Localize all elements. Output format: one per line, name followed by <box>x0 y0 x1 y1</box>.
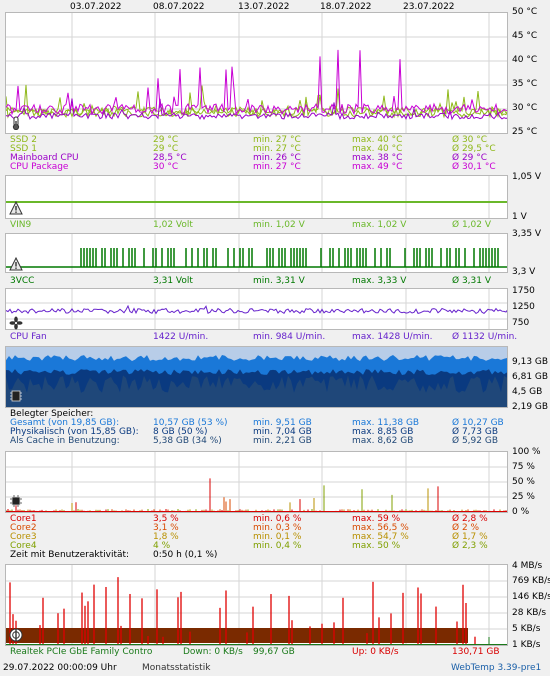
axis-label: 146 KB/s <box>512 592 550 602</box>
memory-chart <box>5 346 508 408</box>
sensor-min: min. 3,31 V <box>253 276 305 286</box>
fan-icon <box>9 316 23 330</box>
sensor-avg: Ø 1132 U/min. <box>452 332 518 342</box>
axis-label: 5 KB/s <box>512 624 541 634</box>
warning-icon <box>9 257 23 271</box>
network-down-total: 99,67 GB <box>253 647 295 657</box>
axis-label: 3,3 V <box>512 267 536 277</box>
network-chart <box>5 564 508 646</box>
temperature-chart <box>5 12 508 134</box>
axis-label: 769 KB/s <box>512 576 550 586</box>
axis-label: 28 KB/s <box>512 608 547 618</box>
network-adapter-name: Realtek PCIe GbE Family Contro <box>10 647 153 657</box>
sensor-row-cpu-fan: CPU Fan 1422 U/min. min. 984 U/min. max.… <box>10 333 550 342</box>
sensor-current: 1422 U/min. <box>153 332 209 342</box>
sensor-max: max. 1428 U/min. <box>352 332 433 342</box>
cpu-chip-icon <box>10 495 22 507</box>
network-row: Realtek PCIe GbE Family Contro Down: 0 K… <box>10 648 550 657</box>
sensor-min: min. 27 °C <box>253 162 301 172</box>
date-label: 18.07.2022 <box>320 2 372 12</box>
axis-label: 3,35 V <box>512 229 542 239</box>
axis-label: 1,05 V <box>512 172 542 182</box>
memory-row-cache: Als Cache in Benutzung: 5,38 GB (34 %) m… <box>10 437 550 446</box>
sensor-current: 30 °C <box>153 162 179 172</box>
axis-label: 4 MB/s <box>512 561 543 571</box>
axis-label: 50 °C <box>512 7 538 17</box>
axis-label: 45 °C <box>512 31 538 41</box>
fan-line <box>6 304 507 315</box>
axis-label: 100 % <box>512 447 541 457</box>
sensor-row-cpu-package: CPU Package 30 °C min. 27 °C max. 49 °C … <box>10 163 550 172</box>
memory-name: Als Cache in Benutzung: <box>10 436 120 446</box>
sensor-max: max. 3,33 V <box>352 276 407 286</box>
core-avg: Ø 2,3 % <box>452 541 488 551</box>
sensor-row-vin9: VIN9 1,02 Volt min. 1,02 V max. 1,02 V Ø… <box>10 221 550 230</box>
sensor-current: 1,02 Volt <box>153 220 193 230</box>
axis-label: 750 <box>512 318 530 328</box>
date-label: 03.07.2022 <box>70 2 122 12</box>
axis-label: 25 % <box>512 492 535 502</box>
sensor-avg: Ø 3,31 V <box>452 276 492 286</box>
date-label: 23.07.2022 <box>403 2 455 12</box>
core-max: max. 50 % <box>352 541 401 551</box>
user-activity-row: Zeit mit Benutzeraktivität: 0:50 h (0,1 … <box>10 551 550 560</box>
network-up-total: 130,71 GB <box>452 647 500 657</box>
cpu-load-chart <box>5 451 508 513</box>
axis-label: 1250 <box>512 302 535 312</box>
footer-app-name: WebTemp 3.39-pre1 <box>451 663 542 673</box>
axis-label: 9,13 GB <box>512 357 549 367</box>
warning-icon <box>9 201 23 215</box>
footer-period: Monatsstatistik <box>142 663 211 673</box>
axis-label: 6,81 GB <box>512 372 549 382</box>
footer-timestamp: 29.07.2022 00:00:09 Uhr <box>3 663 117 673</box>
ssd1-line <box>6 88 507 119</box>
sensor-min: min. 1,02 V <box>253 220 305 230</box>
vcc-chart <box>5 233 508 273</box>
sensor-min: min. 984 U/min. <box>253 332 326 342</box>
user-activity-label: Zeit mit Benutzeraktivität: <box>10 550 130 560</box>
sensor-name: 3VCC <box>10 276 35 286</box>
memory-min: min. 2,21 GB <box>253 436 312 446</box>
thermometer-icon <box>12 116 20 130</box>
fan-chart <box>5 288 508 330</box>
cpu-package-line <box>6 49 507 116</box>
axis-label: 4,5 GB <box>512 387 543 397</box>
axis-label: 30 °C <box>512 103 538 113</box>
memory-chip-icon <box>10 390 22 402</box>
date-label: 13.07.2022 <box>238 2 290 12</box>
axis-label: 75 % <box>512 462 535 472</box>
user-activity-value: 0:50 h (0,1 %) <box>153 550 218 560</box>
vin9-chart <box>5 175 508 219</box>
network-upload-area <box>6 628 468 643</box>
sensor-name: CPU Fan <box>10 332 47 342</box>
sensor-row-3vcc: 3VCC 3,31 Volt min. 3,31 V max. 3,33 V Ø… <box>10 277 550 286</box>
sensor-max: max. 49 °C <box>352 162 403 172</box>
sensor-avg: Ø 1,02 V <box>452 220 492 230</box>
sensor-max: max. 1,02 V <box>352 220 407 230</box>
core-min: min. 0,4 % <box>253 541 302 551</box>
axis-label: 1750 <box>512 286 535 296</box>
sensor-name: CPU Package <box>10 162 69 172</box>
sensor-avg: Ø 30,1 °C <box>452 162 496 172</box>
network-down-rate: Down: 0 KB/s <box>183 647 243 657</box>
sensor-current: 3,31 Volt <box>153 276 193 286</box>
memory-max: max. 8,62 GB <box>352 436 414 446</box>
sensor-name: VIN9 <box>10 220 32 230</box>
axis-label: 40 °C <box>512 55 538 65</box>
network-adapter-icon <box>9 628 23 642</box>
date-label: 08.07.2022 <box>153 2 205 12</box>
memory-avg: Ø 5,92 GB <box>452 436 498 446</box>
network-up-rate: Up: 0 KB/s <box>352 647 399 657</box>
memory-current: 5,38 GB (34 %) <box>153 436 222 446</box>
axis-label: 50 % <box>512 477 535 487</box>
axis-label: 35 °C <box>512 79 538 89</box>
